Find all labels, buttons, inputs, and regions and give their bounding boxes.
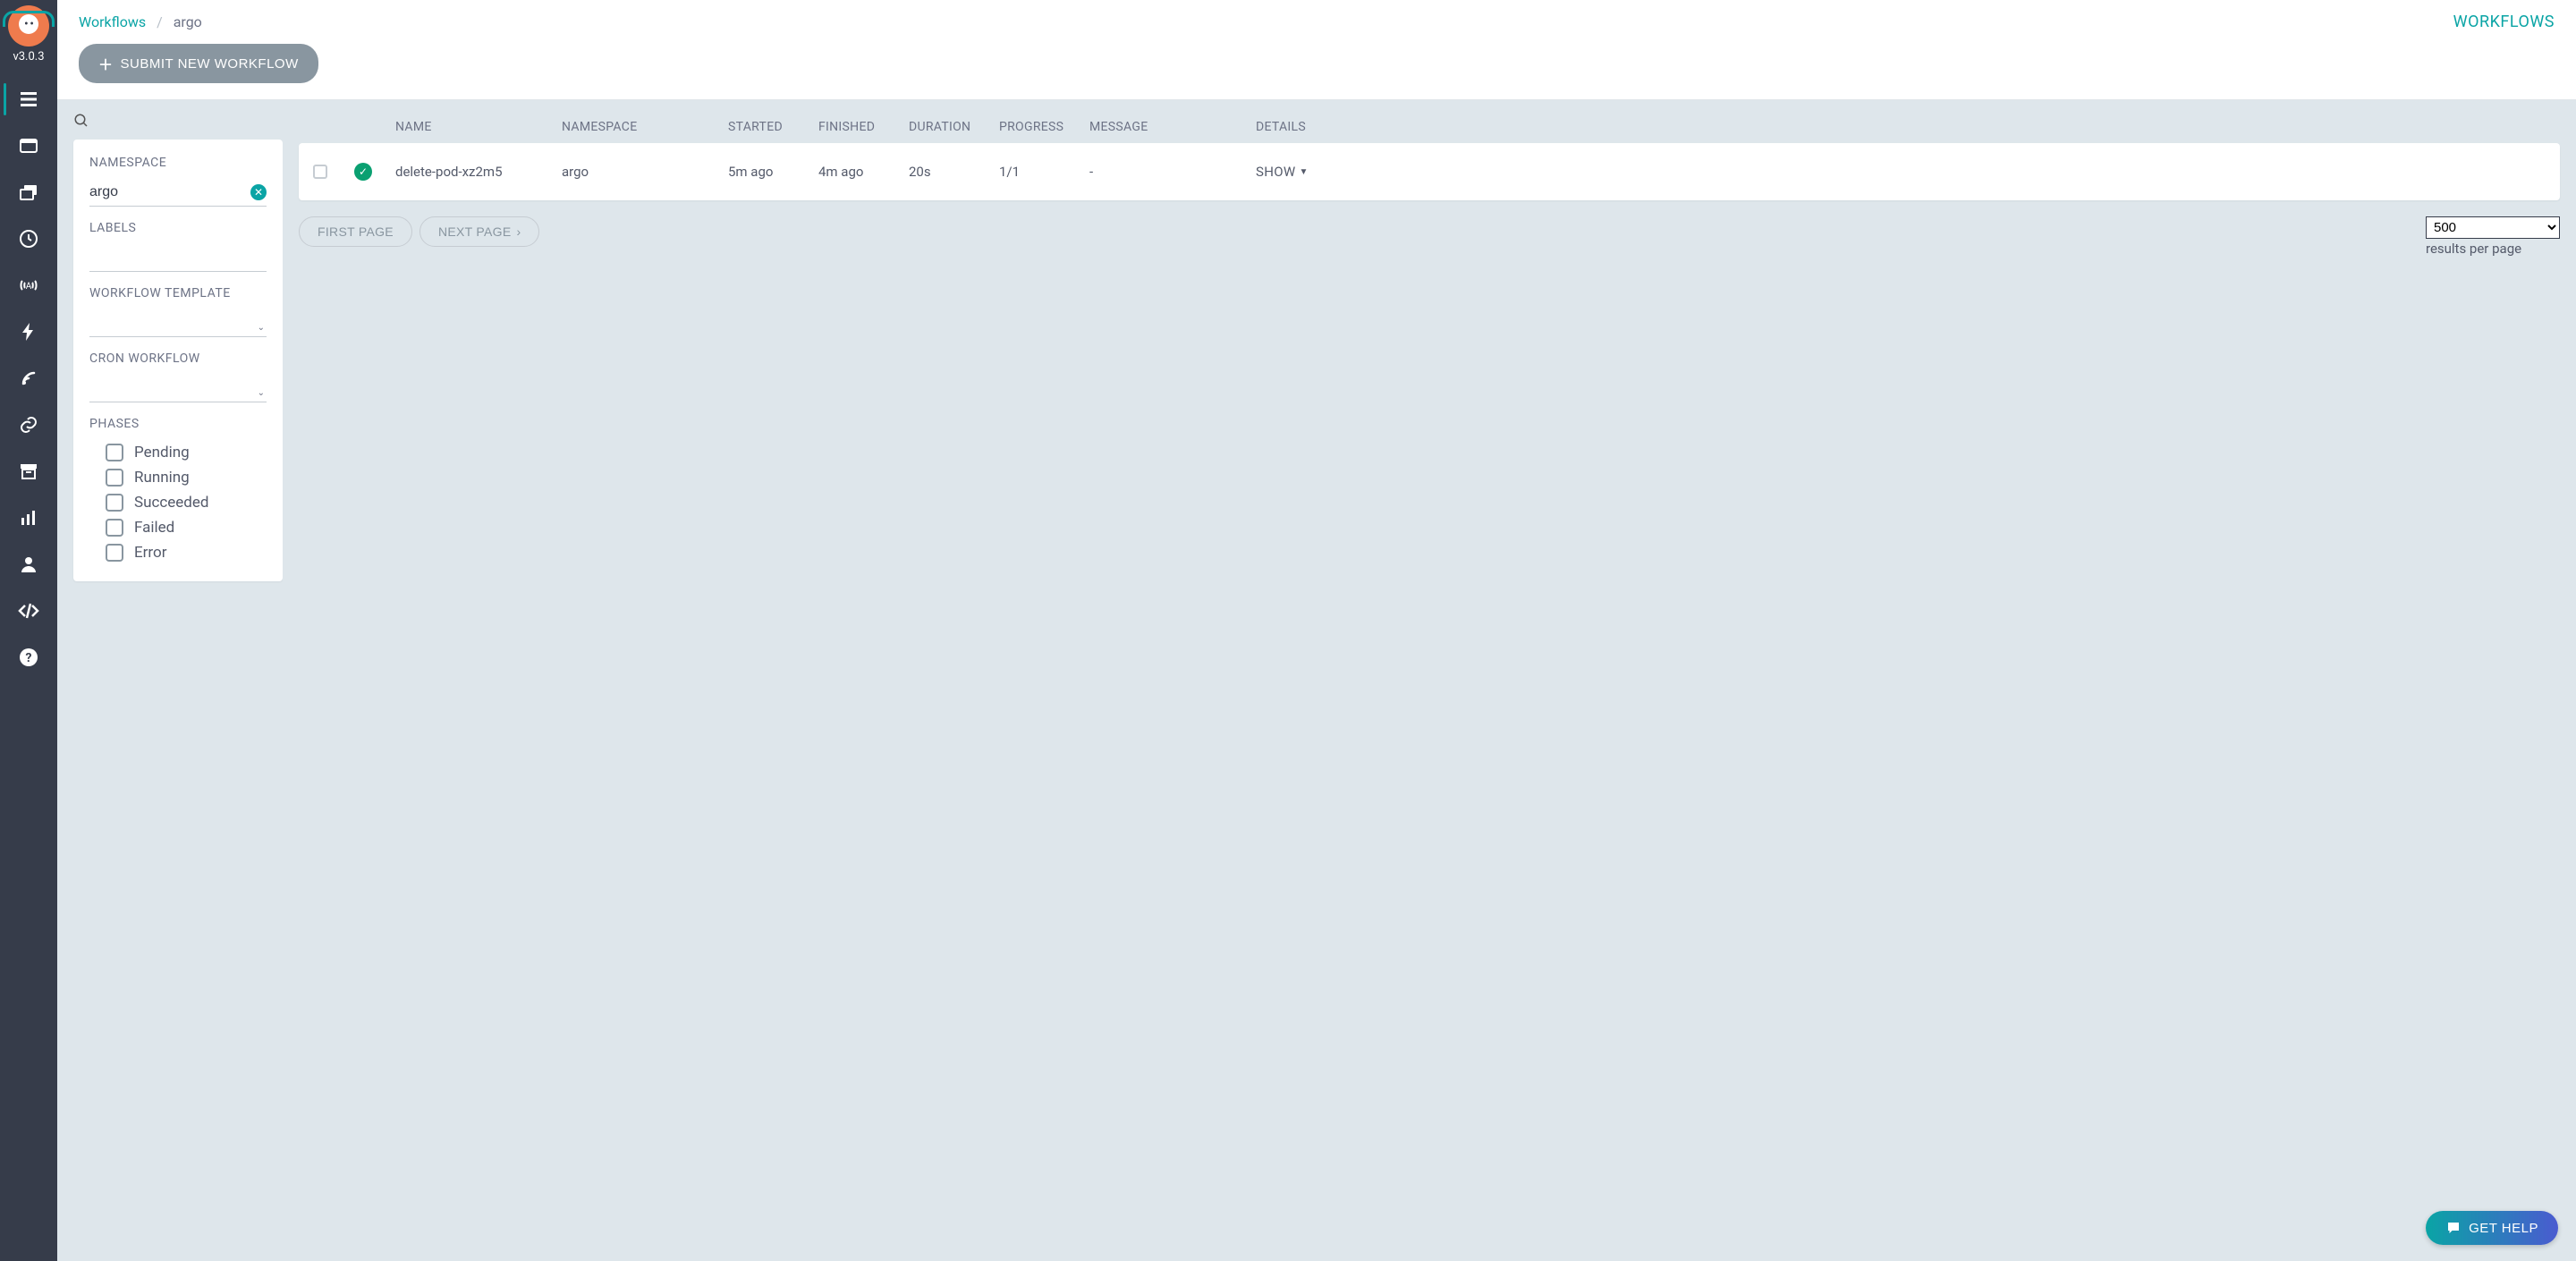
svg-text:A: A — [26, 282, 32, 292]
phase-pending[interactable]: Pending — [106, 440, 267, 465]
windows-icon — [18, 182, 39, 203]
breadcrumb-root[interactable]: Workflows — [79, 13, 146, 30]
phase-failed[interactable]: Failed — [106, 515, 267, 540]
nav-event-sources[interactable]: A — [0, 262, 57, 309]
results-per-page-select[interactable]: 500 — [2426, 216, 2560, 239]
nav-archive[interactable] — [0, 448, 57, 495]
chart-icon — [18, 507, 39, 529]
help-icon: ? — [18, 647, 39, 668]
table-header: NAME NAMESPACE STARTED FINISHED DURATION… — [299, 111, 2560, 143]
workflow-table-area: NAME NAMESPACE STARTED FINISHED DURATION… — [283, 100, 2576, 1261]
col-name: NAME — [395, 120, 556, 134]
link-icon — [18, 414, 39, 436]
cell-progress: 1/1 — [999, 164, 1084, 180]
col-details: DETAILS — [1256, 120, 2546, 134]
col-message: MESSAGE — [1089, 120, 1250, 134]
nav-cron[interactable] — [0, 216, 57, 262]
submit-workflow-button[interactable]: ＋ SUBMIT NEW WORKFLOW — [79, 44, 318, 83]
nav-api[interactable] — [0, 588, 57, 634]
labels-label: LABELS — [89, 221, 267, 235]
chevron-down-icon: ⌄ — [258, 388, 265, 398]
stream-icon — [18, 89, 39, 110]
phase-error[interactable]: Error — [106, 540, 267, 565]
phase-running[interactable]: Running — [106, 465, 267, 490]
clock-icon — [18, 228, 39, 250]
sidebar: v3.0.3 A — [0, 0, 57, 1261]
col-finished: FINISHED — [818, 120, 903, 134]
col-progress: PROGRESS — [999, 120, 1084, 134]
nav-event-flow[interactable] — [0, 355, 57, 402]
first-page-button[interactable]: FIRST PAGE — [299, 216, 412, 247]
breadcrumb-bar: Workflows / argo WORKFLOWS — [57, 0, 2576, 44]
submit-workflow-label: SUBMIT NEW WORKFLOW — [121, 56, 299, 72]
workflow-template-label: WORKFLOW TEMPLATE — [89, 286, 267, 300]
comment-icon — [2445, 1220, 2462, 1236]
broadcast-icon: A — [18, 275, 39, 296]
checkbox[interactable] — [106, 544, 123, 562]
nav-workflow-templates[interactable] — [0, 123, 57, 169]
cell-namespace: argo — [562, 164, 723, 180]
action-bar: ＋ SUBMIT NEW WORKFLOW — [57, 44, 2576, 100]
plus-icon: ＋ — [98, 53, 114, 74]
nav-user[interactable] — [0, 541, 57, 588]
show-details-button[interactable]: SHOW ▼ — [1256, 164, 2546, 180]
breadcrumb-separator: / — [157, 13, 163, 30]
nav-help[interactable]: ? — [0, 634, 57, 681]
status-succeeded-icon: ✓ — [354, 163, 372, 181]
nav-workflows[interactable] — [0, 76, 57, 123]
cron-workflow-select[interactable] — [89, 375, 267, 402]
results-per-page-label: results per page — [2426, 241, 2560, 257]
clear-namespace-button[interactable]: ✕ — [250, 184, 267, 200]
bolt-icon — [18, 321, 39, 343]
phases-label: PHASES — [89, 417, 267, 431]
user-icon — [18, 554, 39, 575]
nav-cluster-templates[interactable] — [0, 169, 57, 216]
cell-finished: 4m ago — [818, 164, 903, 180]
search-icon[interactable] — [73, 113, 89, 129]
row-checkbox[interactable] — [313, 165, 327, 179]
col-duration: DURATION — [909, 120, 994, 134]
checkbox[interactable] — [106, 469, 123, 487]
breadcrumb-current: argo — [174, 13, 202, 30]
table-row[interactable]: ✓ delete-pod-xz2m5 argo 5m ago 4m ago 20… — [299, 143, 2560, 200]
cell-message: - — [1089, 164, 1250, 180]
chevron-right-icon: › — [517, 224, 521, 239]
checkbox[interactable] — [106, 519, 123, 537]
page-title: WORKFLOWS — [2453, 13, 2555, 31]
col-started: STARTED — [728, 120, 813, 134]
checkbox[interactable] — [106, 444, 123, 461]
nav-reports[interactable] — [0, 495, 57, 541]
cell-started: 5m ago — [728, 164, 813, 180]
code-icon — [18, 600, 39, 622]
checkbox[interactable] — [106, 494, 123, 512]
window-icon — [18, 135, 39, 157]
nav-sensors[interactable] — [0, 309, 57, 355]
pagination: FIRST PAGE NEXT PAGE› 500 results per pa… — [299, 216, 2560, 257]
version-label: v3.0.3 — [13, 50, 44, 63]
caret-down-icon: ▼ — [1299, 167, 1308, 177]
namespace-input[interactable] — [89, 179, 267, 206]
cell-duration: 20s — [909, 164, 994, 180]
col-namespace: NAMESPACE — [562, 120, 723, 134]
satellite-icon — [18, 368, 39, 389]
chevron-down-icon: ⌄ — [258, 323, 265, 333]
next-page-button[interactable]: NEXT PAGE› — [419, 216, 540, 247]
cron-workflow-label: CRON WORKFLOW — [89, 351, 267, 366]
breadcrumb: Workflows / argo — [79, 13, 202, 30]
workflow-template-select[interactable] — [89, 309, 267, 336]
search-row — [73, 113, 283, 132]
namespace-label: NAMESPACE — [89, 156, 267, 170]
cell-name: delete-pod-xz2m5 — [395, 164, 556, 180]
get-help-button[interactable]: GET HELP — [2426, 1211, 2558, 1245]
archive-icon — [18, 461, 39, 482]
argo-logo — [8, 5, 49, 47]
phase-succeeded[interactable]: Succeeded — [106, 490, 267, 515]
nav-links[interactable] — [0, 402, 57, 448]
filter-panel: NAMESPACE ✕ LABELS WORKFLOW TEMPLATE ⌄ — [57, 100, 283, 1261]
svg-text:?: ? — [26, 651, 32, 665]
labels-input[interactable] — [89, 244, 267, 271]
